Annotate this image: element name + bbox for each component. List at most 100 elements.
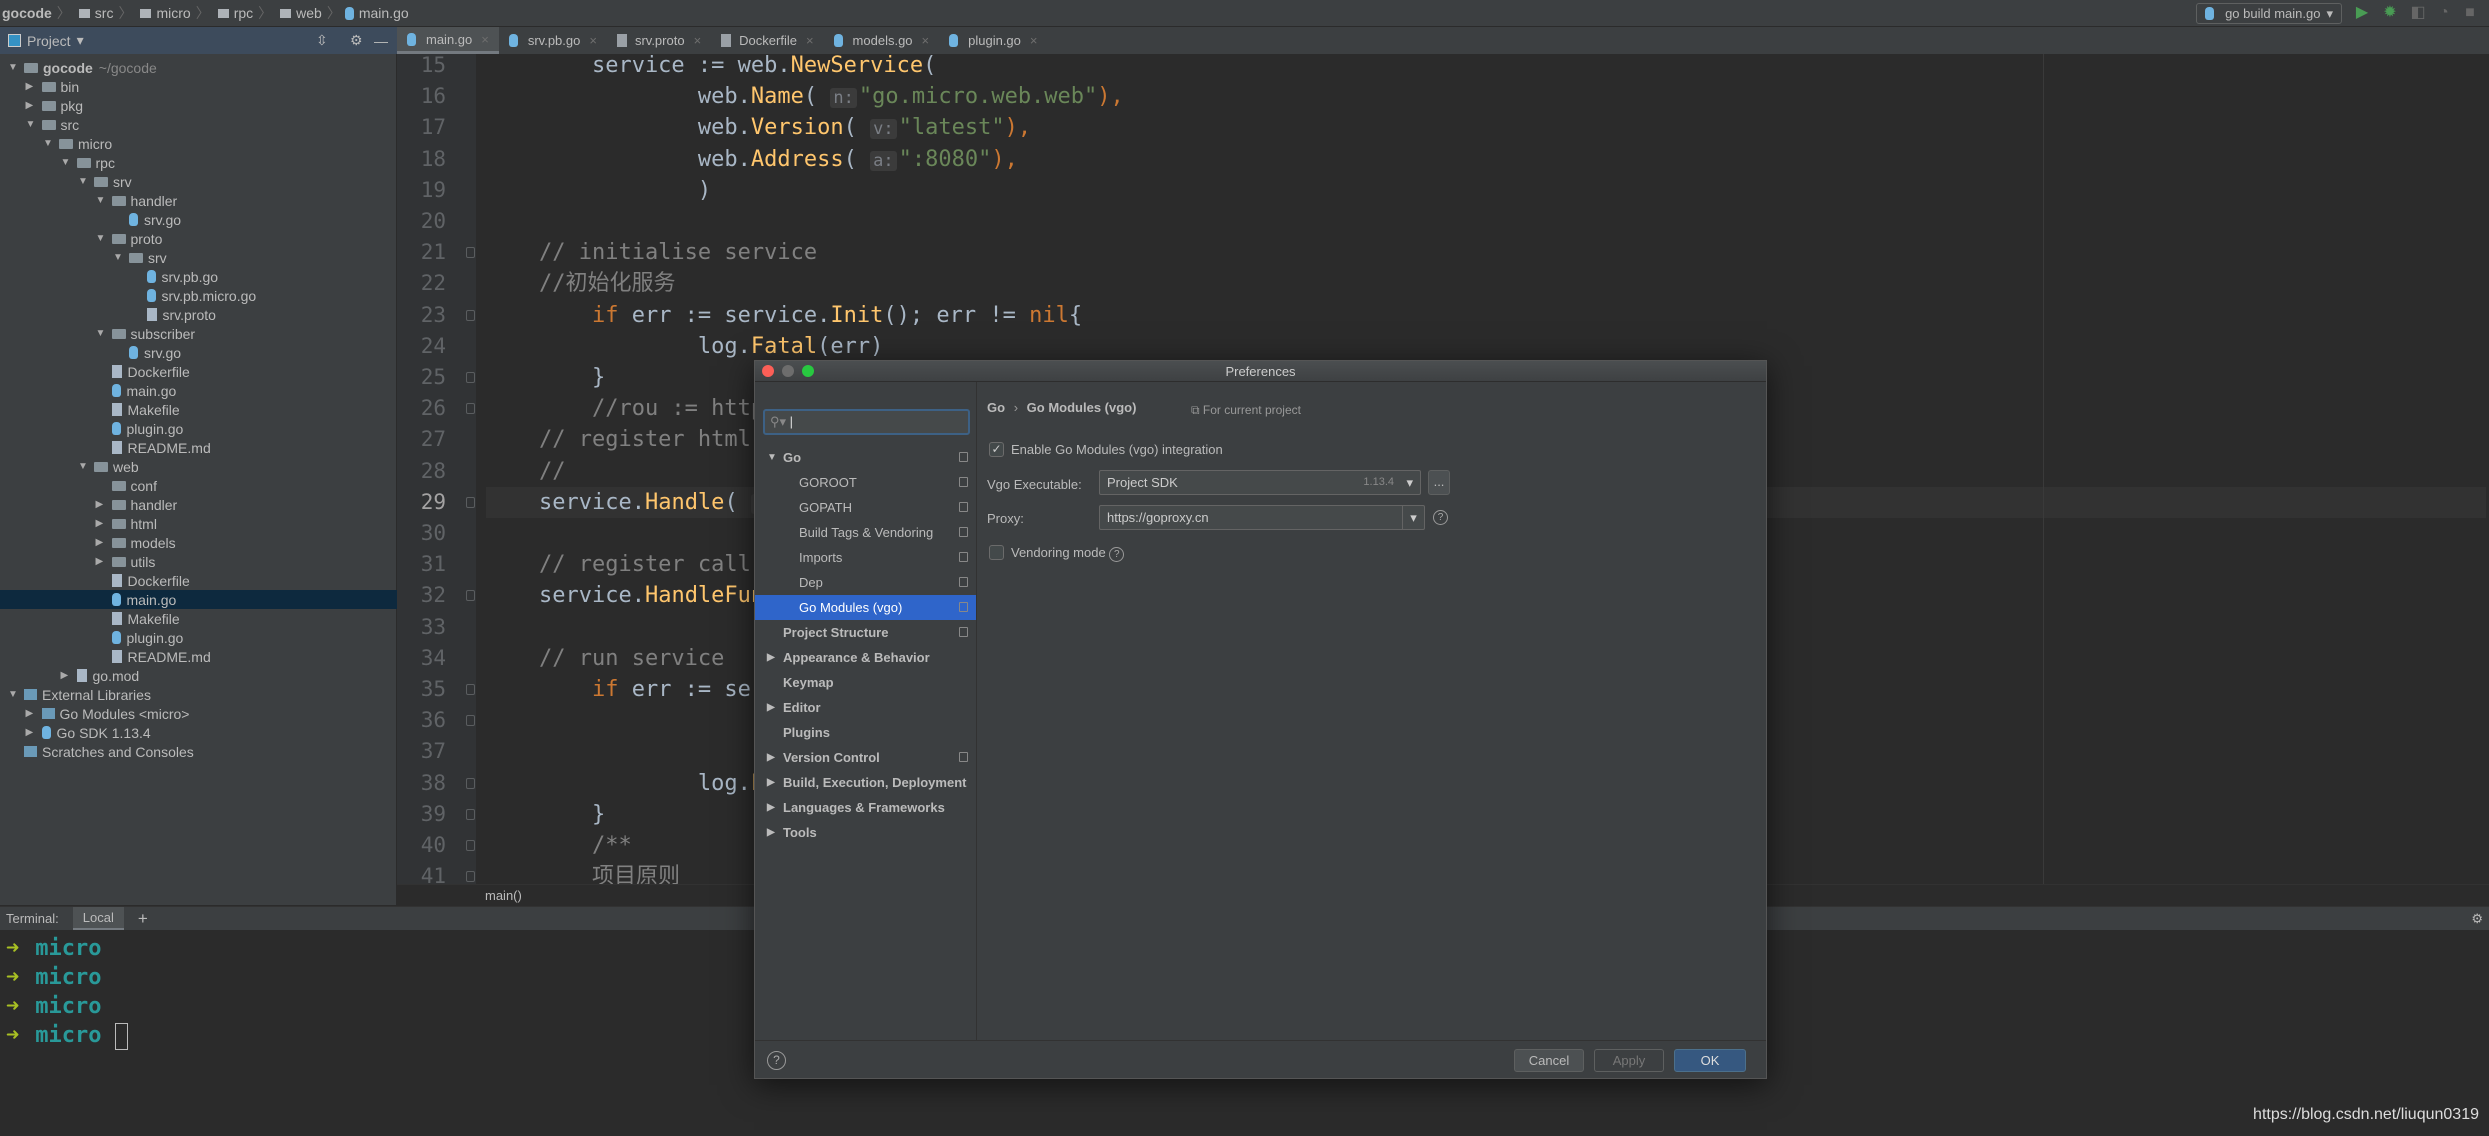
fold-marker-icon[interactable]: [466, 808, 475, 820]
collapsed-arrow-icon[interactable]: ▶: [767, 820, 775, 845]
close-tab-icon[interactable]: ×: [806, 33, 814, 48]
fold-marker-icon[interactable]: [466, 372, 475, 383]
breadcrumb-src[interactable]: src 〉: [75, 3, 132, 23]
expanded-arrow-icon[interactable]: ▼: [767, 445, 777, 470]
browse-button[interactable]: ...: [1428, 470, 1450, 495]
tree-item[interactable]: srv.pb.go: [0, 267, 397, 286]
settings-nav-editor[interactable]: ▶ Editor: [755, 695, 976, 720]
tree-item[interactable]: README.md: [0, 647, 397, 666]
cancel-button[interactable]: Cancel: [1514, 1049, 1584, 1072]
tree-item[interactable]: Makefile: [0, 609, 397, 628]
close-tab-icon[interactable]: ×: [922, 33, 930, 48]
settings-nav-dep[interactable]: Dep: [755, 570, 976, 595]
collapsed-arrow-icon[interactable]: ▶: [96, 556, 106, 567]
breadcrumb-micro[interactable]: micro 〉: [136, 3, 210, 23]
coverage-icon[interactable]: ◧: [2409, 4, 2427, 22]
close-tab-icon[interactable]: ×: [481, 32, 489, 47]
debug-icon[interactable]: ✹: [2381, 4, 2399, 22]
tree-item[interactable]: Makefile: [0, 400, 397, 419]
breadcrumb-web[interactable]: web 〉: [276, 3, 341, 23]
settings-nav-goroot[interactable]: GOROOT: [755, 470, 976, 495]
project-view-selector[interactable]: Project: [27, 33, 71, 49]
breadcrumb-rpc[interactable]: rpc 〉: [214, 3, 272, 23]
close-window-button[interactable]: [762, 365, 774, 377]
fold-marker-icon[interactable]: [466, 496, 475, 508]
settings-nav-languages-frameworks[interactable]: ▶ Languages & Frameworks: [755, 795, 976, 820]
expanded-arrow-icon[interactable]: ▼: [8, 689, 18, 700]
collapsed-arrow-icon[interactable]: ▶: [767, 745, 775, 770]
breadcrumb-gocode[interactable]: gocode 〉: [2, 3, 71, 23]
tree-item[interactable]: plugin.go: [0, 419, 397, 438]
collapsed-arrow-icon[interactable]: ▶: [96, 518, 106, 529]
apply-button[interactable]: Apply: [1594, 1049, 1664, 1072]
expanded-arrow-icon[interactable]: ▼: [61, 157, 71, 168]
settings-nav-tools[interactable]: ▶ Tools: [755, 820, 976, 845]
tree-item[interactable]: ▼ srv: [0, 172, 397, 191]
tree-item[interactable]: ▼ web: [0, 457, 397, 476]
tree-item[interactable]: ▼ proto: [0, 229, 397, 248]
collapsed-arrow-icon[interactable]: ▶: [26, 727, 36, 738]
expanded-arrow-icon[interactable]: ▼: [96, 195, 106, 206]
chevron-down-icon[interactable]: ▾: [1402, 506, 1424, 529]
tree-item[interactable]: srv.go: [0, 210, 397, 229]
tree-item[interactable]: ▶ pkg: [0, 96, 397, 115]
run-configuration-dropdown[interactable]: go build main.go ▾: [2196, 3, 2342, 24]
tree-item[interactable]: ▼ gocode ~/gocode: [0, 58, 397, 77]
profile-icon[interactable]: ◔: [2435, 4, 2453, 22]
tree-item[interactable]: srv.pb.micro.go: [0, 286, 397, 305]
tree-item[interactable]: conf: [0, 476, 397, 495]
settings-nav-go[interactable]: ▼ Go: [755, 445, 976, 470]
vgo-executable-select[interactable]: Project SDK 1.13.4 ▾: [1099, 470, 1421, 495]
tree-item[interactable]: Dockerfile: [0, 362, 397, 381]
collapsed-arrow-icon[interactable]: ▶: [96, 537, 106, 548]
tree-item[interactable]: Dockerfile: [0, 571, 397, 590]
breadcrumb-main-go[interactable]: main.go: [344, 5, 409, 21]
tree-item[interactable]: ▶ models: [0, 533, 397, 552]
settings-nav-go-modules-vgo-[interactable]: Go Modules (vgo): [755, 595, 976, 620]
tree-item[interactable]: ▶ handler: [0, 495, 397, 514]
tree-item[interactable]: srv.go: [0, 343, 397, 362]
settings-nav-imports[interactable]: Imports: [755, 545, 976, 570]
expanded-arrow-icon[interactable]: ▼: [96, 328, 106, 339]
close-tab-icon[interactable]: ×: [589, 33, 597, 48]
tree-item[interactable]: ▶ html: [0, 514, 397, 533]
settings-search-input[interactable]: ⚲▾ |: [763, 409, 970, 435]
settings-nav-version-control[interactable]: ▶ Version Control: [755, 745, 976, 770]
fold-marker-icon[interactable]: [466, 871, 475, 883]
tree-item[interactable]: ▼ handler: [0, 191, 397, 210]
fold-marker-icon[interactable]: [466, 403, 475, 415]
settings-nav-build-execution-deployment[interactable]: ▶ Build, Execution, Deployment: [755, 770, 976, 795]
tree-item[interactable]: ▼ subscriber: [0, 324, 397, 343]
expanded-arrow-icon[interactable]: ▼: [78, 461, 88, 472]
tree-item[interactable]: ▼ srv: [0, 248, 397, 267]
vendoring-mode-checkbox[interactable]: [989, 545, 1004, 560]
tree-item[interactable]: ▶ utils: [0, 552, 397, 571]
minimize-icon[interactable]: —: [374, 33, 388, 49]
settings-nav-build-tags-vendoring[interactable]: Build Tags & Vendoring: [755, 520, 976, 545]
settings-nav-plugins[interactable]: Plugins: [755, 720, 976, 745]
gear-icon[interactable]: ⚙: [350, 32, 363, 49]
close-tab-icon[interactable]: ×: [694, 33, 702, 48]
collapsed-arrow-icon[interactable]: ▶: [767, 695, 775, 720]
tree-item[interactable]: Scratches and Consoles: [0, 742, 397, 761]
settings-nav-project-structure[interactable]: Project Structure: [755, 620, 976, 645]
settings-nav-gopath[interactable]: GOPATH: [755, 495, 976, 520]
stop-icon[interactable]: ■: [2461, 4, 2479, 22]
new-terminal-button[interactable]: +: [138, 909, 148, 929]
tree-item[interactable]: ▼ src: [0, 115, 397, 134]
collapsed-arrow-icon[interactable]: ▶: [26, 708, 36, 719]
zoom-window-button[interactable]: [802, 365, 814, 377]
tree-item[interactable]: README.md: [0, 438, 397, 457]
tree-item[interactable]: ▶ bin: [0, 77, 397, 96]
tree-item[interactable]: ▶ go.mod: [0, 666, 397, 685]
close-tab-icon[interactable]: ×: [1030, 33, 1038, 48]
enable-go-modules-checkbox[interactable]: ✓: [989, 442, 1004, 457]
collapsed-arrow-icon[interactable]: ▶: [61, 670, 71, 681]
collapsed-arrow-icon[interactable]: ▶: [767, 645, 775, 670]
fold-marker-icon[interactable]: [466, 840, 475, 851]
expanded-arrow-icon[interactable]: ▼: [113, 252, 123, 263]
tab-main-go[interactable]: main.go ×: [397, 27, 499, 54]
expanded-arrow-icon[interactable]: ▼: [43, 138, 53, 149]
collapsed-arrow-icon[interactable]: ▶: [767, 770, 775, 795]
collapsed-arrow-icon[interactable]: ▶: [767, 795, 775, 820]
